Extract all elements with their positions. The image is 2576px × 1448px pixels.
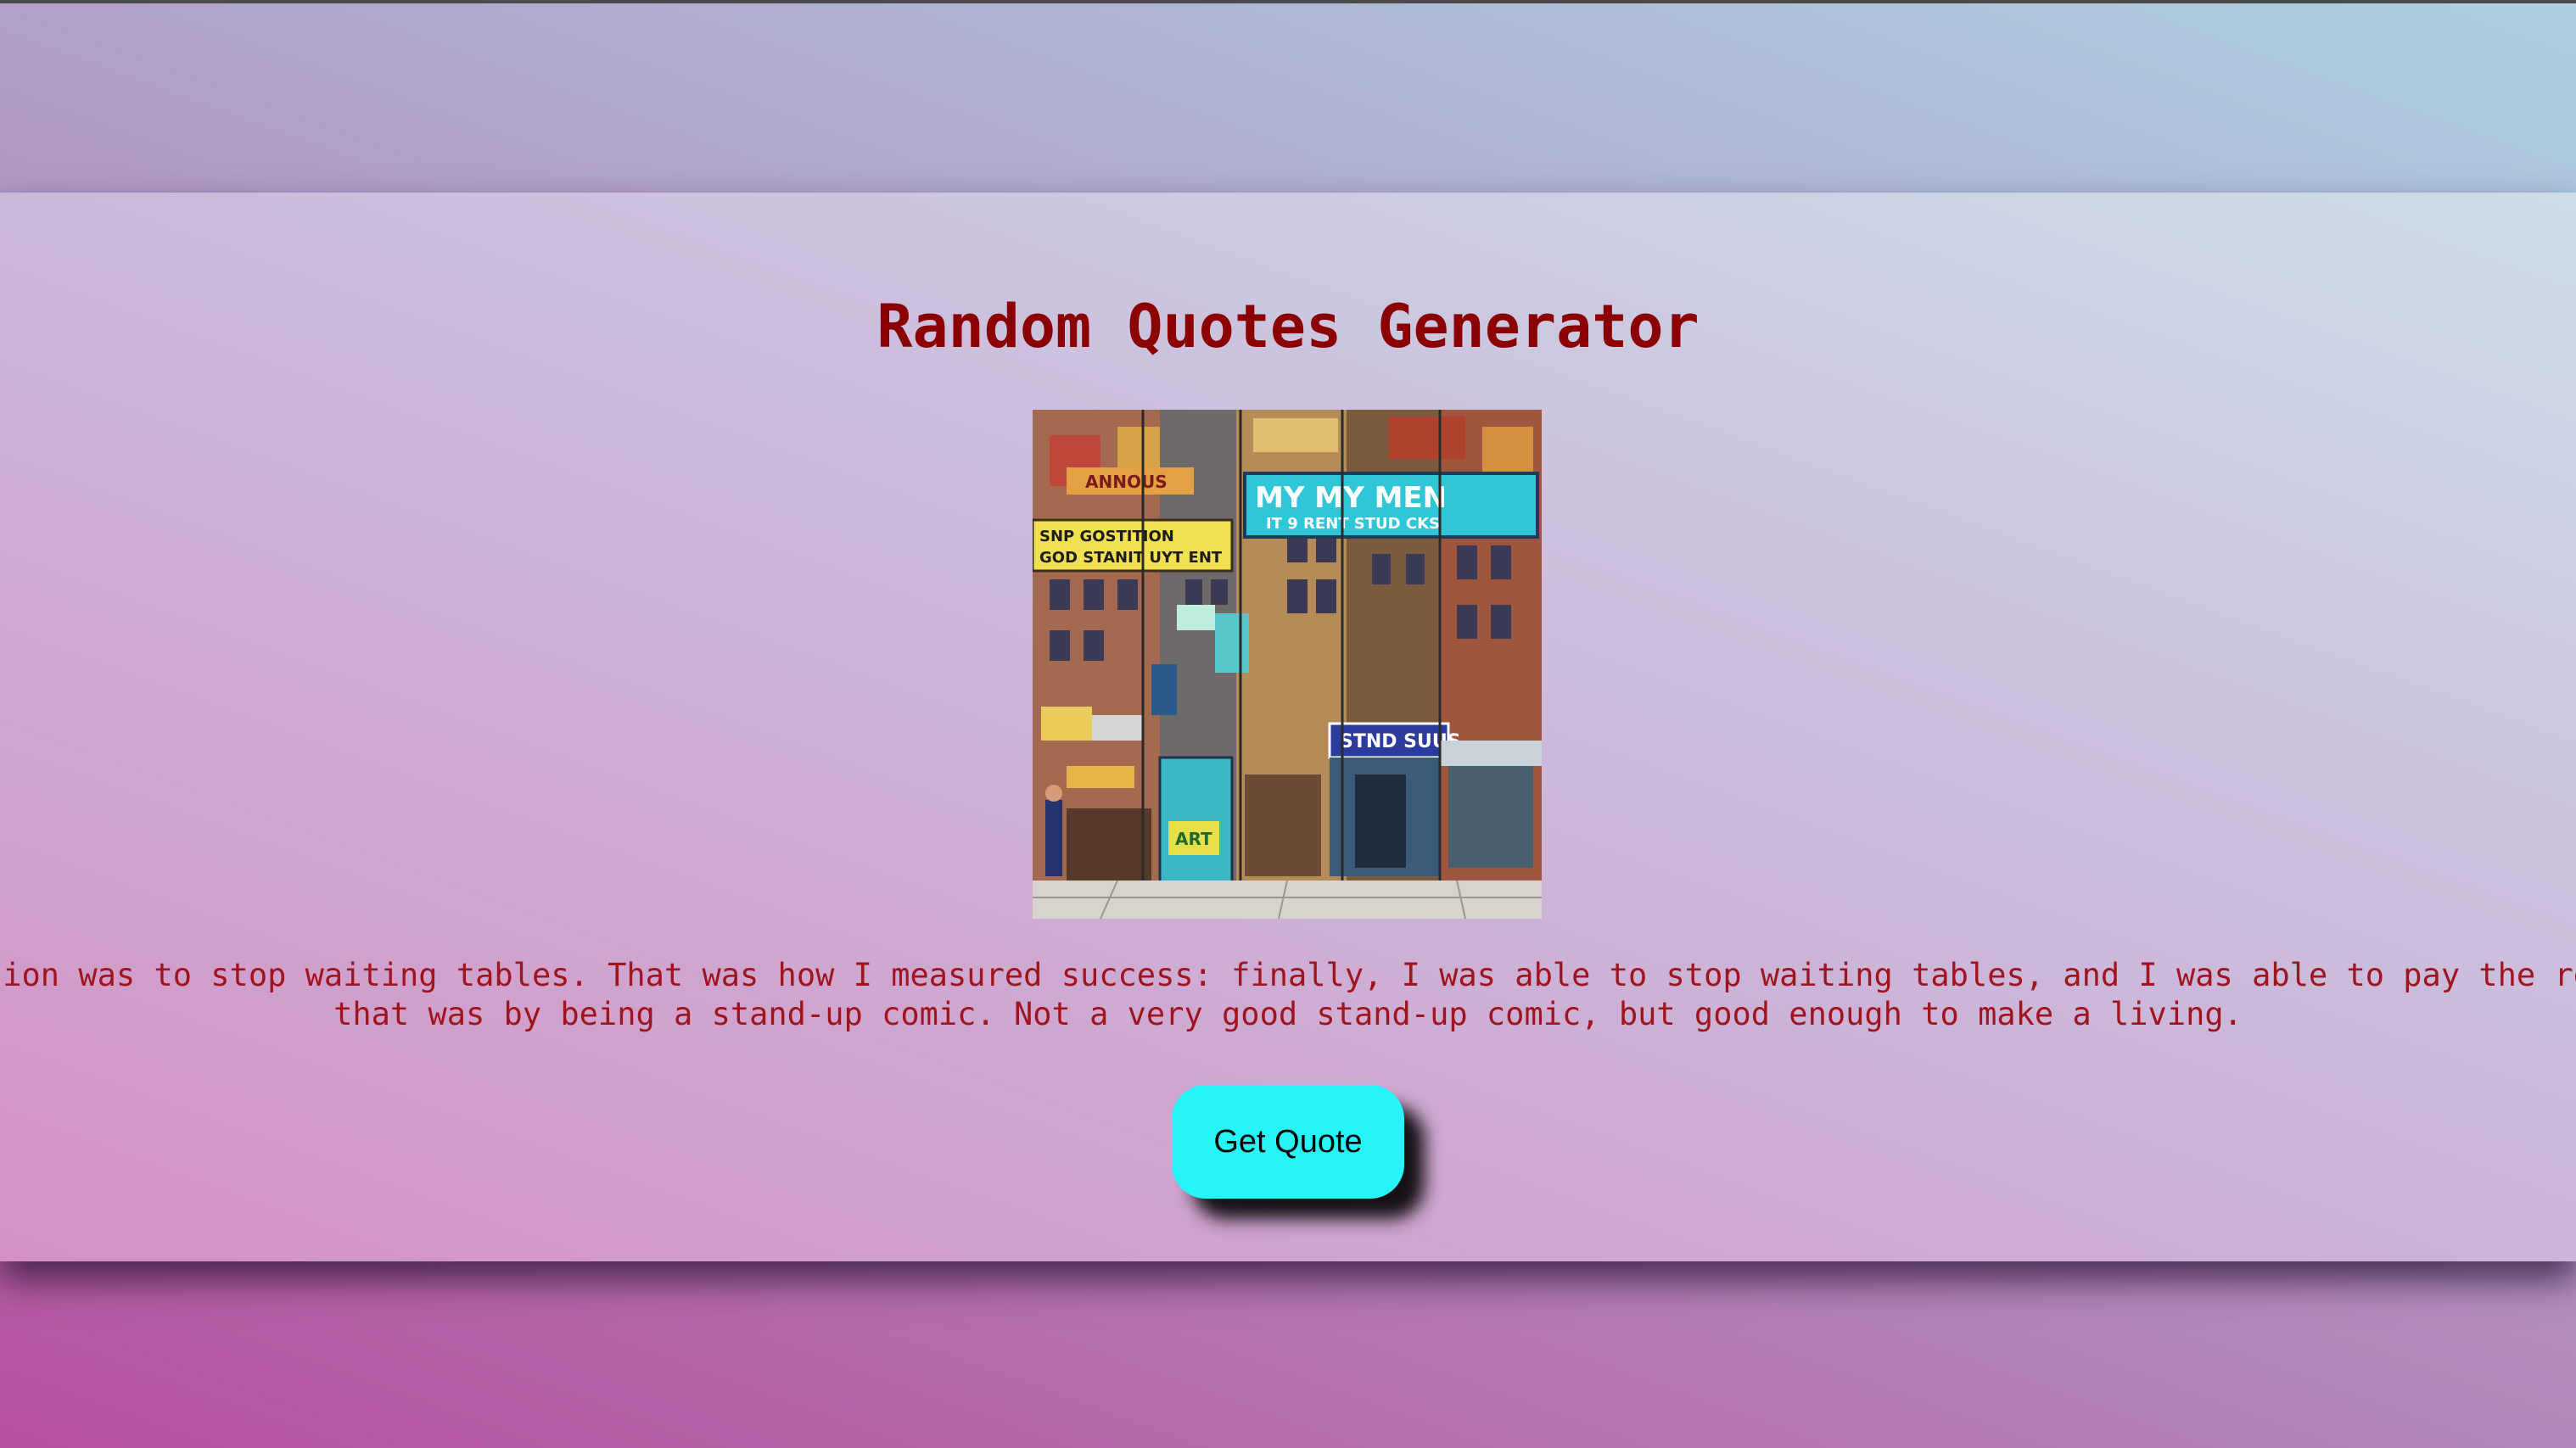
page-title: Random Quotes Generator xyxy=(876,292,1700,361)
sign-text-4: GOD STANIT UYT ENT xyxy=(1039,549,1223,567)
quote-line-1: My ambition was to stop waiting tables. … xyxy=(0,957,2576,993)
street-scene-illustration: MY MY MEN IT 9 RENT STUD CKS SNP GOSTITI… xyxy=(1033,410,1542,919)
page-background-bottom xyxy=(0,1261,2576,1448)
quote-line-2: that was by being a stand-up comic. Not … xyxy=(333,996,2243,1032)
sign-text-6: ART xyxy=(1175,829,1212,849)
quote-text: My ambition was to stop waiting tables. … xyxy=(0,956,2576,1034)
top-border xyxy=(0,0,2576,3)
sign-text-3: SNP GOSTITION xyxy=(1039,528,1174,545)
sign-text-2: IT 9 RENT STUD CKS xyxy=(1266,515,1440,533)
get-quote-button[interactable]: Get Quote xyxy=(1172,1085,1404,1199)
sign-text-1: MY MY MEN xyxy=(1255,481,1447,515)
quote-card: Random Quotes Generator MY MY MEN IT 9 R… xyxy=(0,193,2576,1261)
quote-illustration: MY MY MEN IT 9 RENT STUD CKS SNP GOSTITI… xyxy=(1033,410,1542,919)
sign-text-7: ANNOUS xyxy=(1085,472,1168,492)
